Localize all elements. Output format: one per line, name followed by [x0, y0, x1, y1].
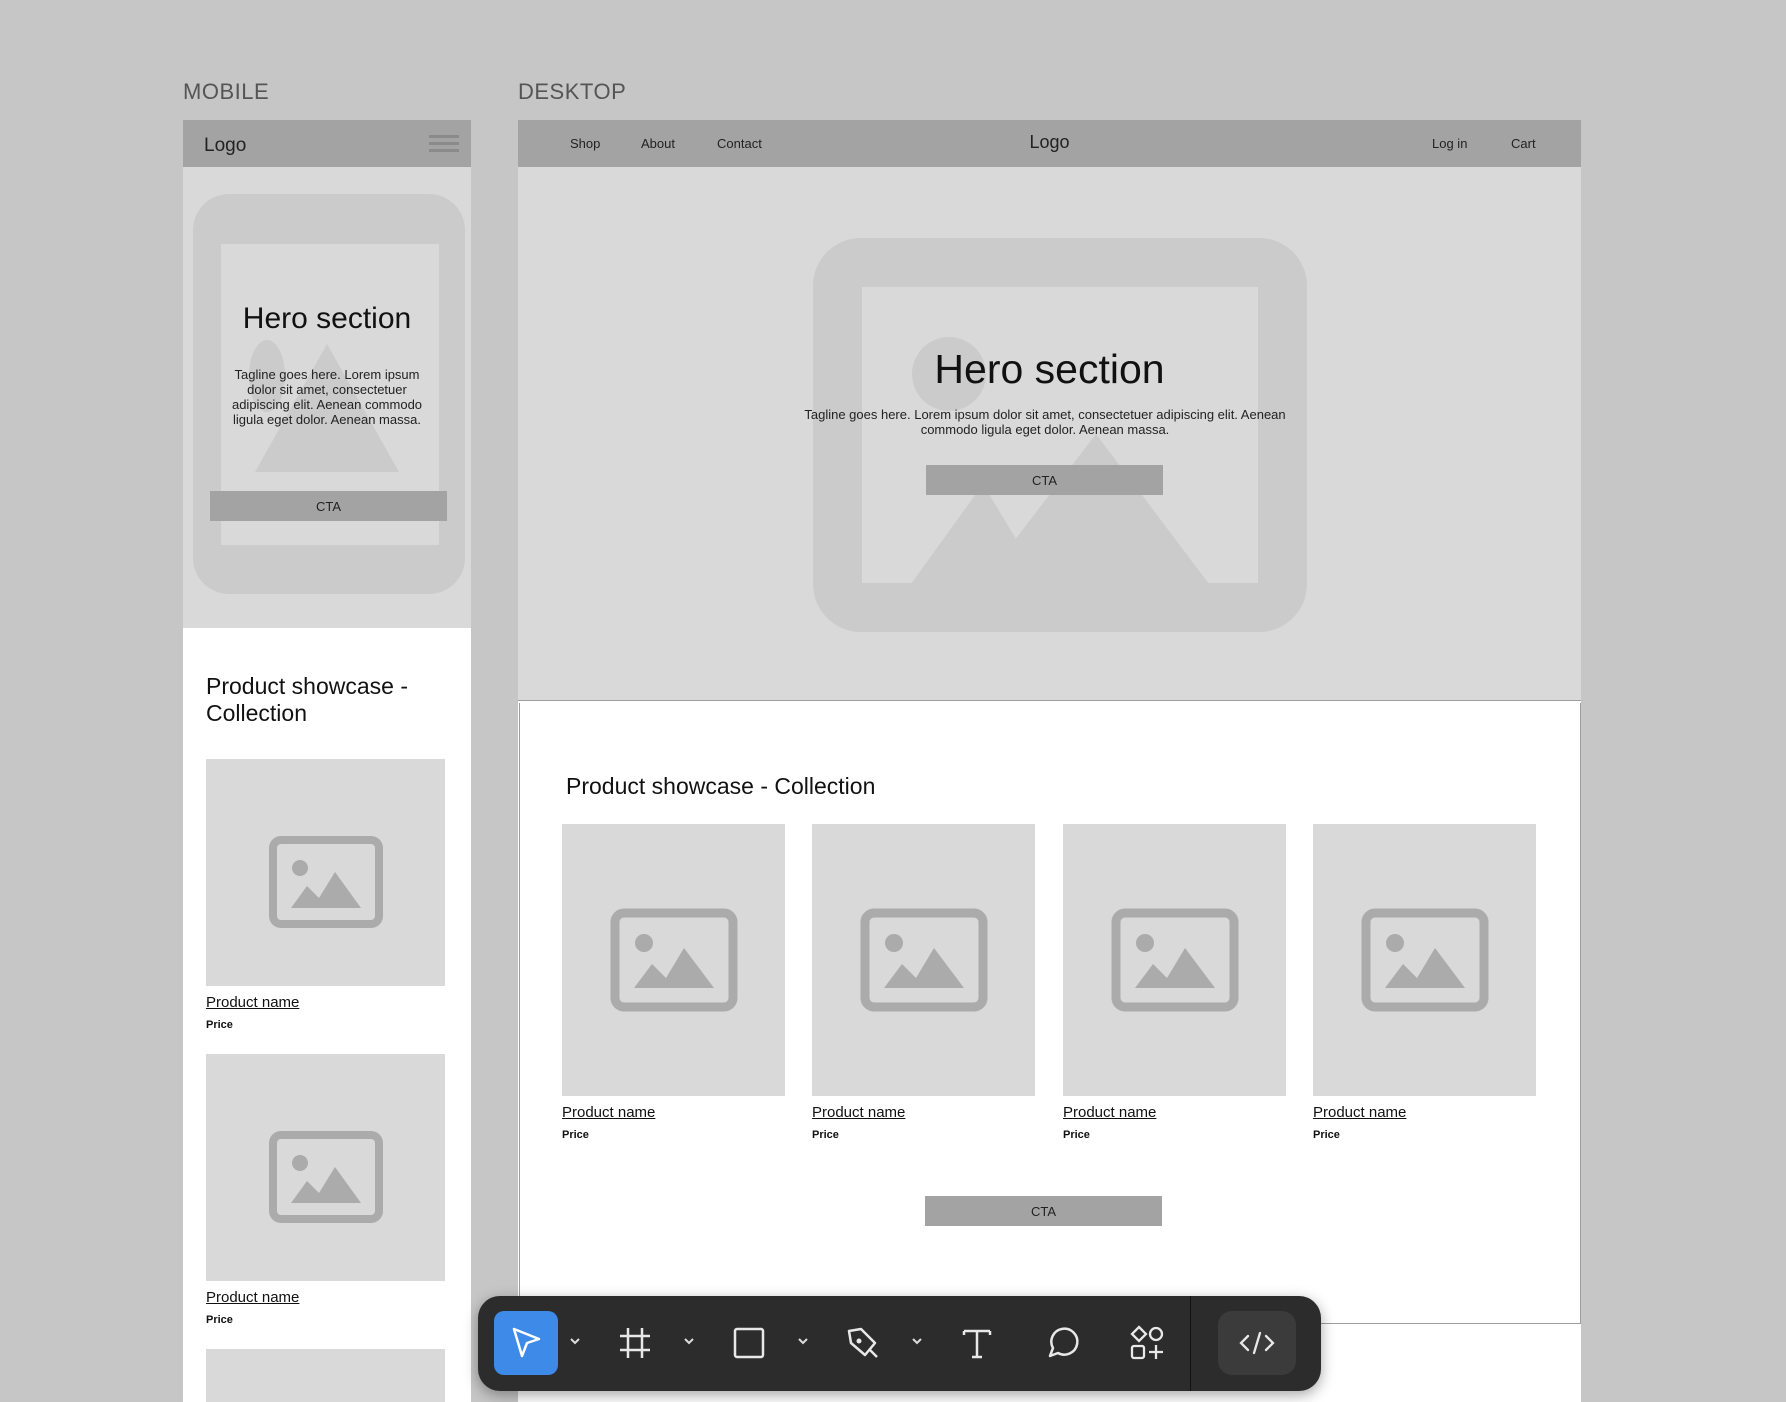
product-price: Price	[206, 1019, 233, 1031]
product-image-placeholder	[562, 824, 785, 1096]
mobile-hero-section: Hero section Tagline goes here. Lorem ip…	[183, 167, 471, 628]
mobile-frame-label[interactable]: MOBILE	[183, 79, 269, 105]
desktop-frame[interactable]: Shop About Contact Logo Log in Cart Hero…	[518, 120, 1581, 1402]
product-name-link[interactable]: Product name	[562, 1104, 785, 1121]
product-price: Price	[812, 1129, 839, 1141]
image-placeholder-icon	[610, 908, 738, 1012]
desktop-showcase-title: Product showcase - Collection	[566, 773, 876, 799]
product-price: Price	[206, 1314, 233, 1326]
chevron-down-icon[interactable]	[568, 1334, 582, 1348]
pen-tool-button[interactable]	[836, 1311, 890, 1375]
image-placeholder-icon	[1361, 908, 1489, 1012]
mobile-navbar: Logo	[183, 120, 471, 167]
product-name-link[interactable]: Product name	[206, 994, 445, 1011]
toolbar-separator	[1190, 1296, 1191, 1391]
frame-tool-button[interactable]	[608, 1311, 662, 1375]
mobile-hero-tagline: Tagline goes here. Lorem ipsum dolor sit…	[231, 367, 423, 427]
product-name-link[interactable]: Product name	[1313, 1104, 1536, 1121]
product-image-placeholder	[1063, 824, 1286, 1096]
chevron-down-icon[interactable]	[910, 1334, 924, 1348]
chevron-down-icon[interactable]	[682, 1334, 696, 1348]
hamburger-menu-icon[interactable]	[429, 135, 459, 153]
desktop-product-card[interactable]: Product name Price	[1313, 824, 1536, 1141]
product-image-placeholder	[1313, 824, 1536, 1096]
actions-icon	[1130, 1325, 1164, 1360]
desktop-frame-label[interactable]: DESKTOP	[518, 79, 626, 105]
design-toolbar	[478, 1296, 1321, 1391]
image-placeholder-icon	[1111, 908, 1239, 1012]
desktop-hero-tagline: Tagline goes here. Lorem ipsum dolor sit…	[804, 407, 1286, 437]
mobile-product-card[interactable]: Product name Price	[206, 1054, 445, 1326]
dev-mode-icon	[1239, 1331, 1275, 1355]
rectangle-tool-button[interactable]	[722, 1311, 776, 1375]
move-cursor-icon	[512, 1327, 541, 1358]
desktop-product-card[interactable]: Product name Price	[562, 824, 785, 1141]
mobile-showcase-title: Product showcase - Collection	[206, 673, 408, 726]
text-tool-button[interactable]	[950, 1311, 1004, 1375]
desktop-showcase-cta-button[interactable]: CTA	[925, 1196, 1162, 1226]
desktop-logo: Logo	[1029, 132, 1070, 152]
product-name-link[interactable]: Product name	[1063, 1104, 1286, 1121]
mobile-hero-cta-button[interactable]: CTA	[210, 491, 447, 521]
mobile-product-card[interactable]: Product name Price	[206, 759, 445, 1031]
product-image-placeholder	[206, 1349, 445, 1402]
frame-icon	[620, 1328, 650, 1358]
nav-link-cart[interactable]: Cart	[1511, 136, 1536, 151]
product-image-placeholder	[206, 1054, 445, 1281]
placeholder-mountain-icon	[911, 434, 1209, 584]
product-image-placeholder	[812, 824, 1035, 1096]
product-price: Price	[1313, 1129, 1340, 1141]
comment-icon	[1048, 1327, 1079, 1358]
text-icon	[962, 1329, 992, 1359]
product-image-placeholder	[206, 759, 445, 986]
dev-mode-toggle[interactable]	[1218, 1311, 1296, 1375]
comment-tool-button[interactable]	[1036, 1311, 1090, 1375]
desktop-hero-section: Hero section Tagline goes here. Lorem ip…	[518, 167, 1581, 701]
mobile-frame[interactable]: Logo Hero section Tagline goes here. Lor…	[183, 120, 471, 1402]
desktop-product-card[interactable]: Product name Price	[812, 824, 1035, 1141]
pen-icon	[847, 1327, 878, 1358]
image-placeholder-icon	[269, 1131, 383, 1223]
mobile-hero-title: Hero section	[242, 302, 412, 335]
desktop-hero-cta-button[interactable]: CTA	[926, 465, 1163, 495]
actions-tool-button[interactable]	[1120, 1311, 1174, 1375]
product-price: Price	[562, 1129, 589, 1141]
image-placeholder-icon	[269, 836, 383, 928]
image-placeholder-icon	[860, 908, 988, 1012]
desktop-hero-title: Hero section	[934, 346, 1165, 392]
mobile-logo: Logo	[204, 135, 247, 156]
desktop-navbar: Shop About Contact Logo Log in Cart	[518, 120, 1581, 167]
chevron-down-icon[interactable]	[796, 1334, 810, 1348]
product-price: Price	[1063, 1129, 1090, 1141]
desktop-product-card[interactable]: Product name Price	[1063, 824, 1286, 1141]
rectangle-icon	[733, 1327, 765, 1359]
move-tool-button[interactable]	[494, 1311, 558, 1375]
product-name-link[interactable]: Product name	[206, 1289, 445, 1306]
product-name-link[interactable]: Product name	[812, 1104, 1035, 1121]
nav-link-login[interactable]: Log in	[1432, 136, 1467, 151]
